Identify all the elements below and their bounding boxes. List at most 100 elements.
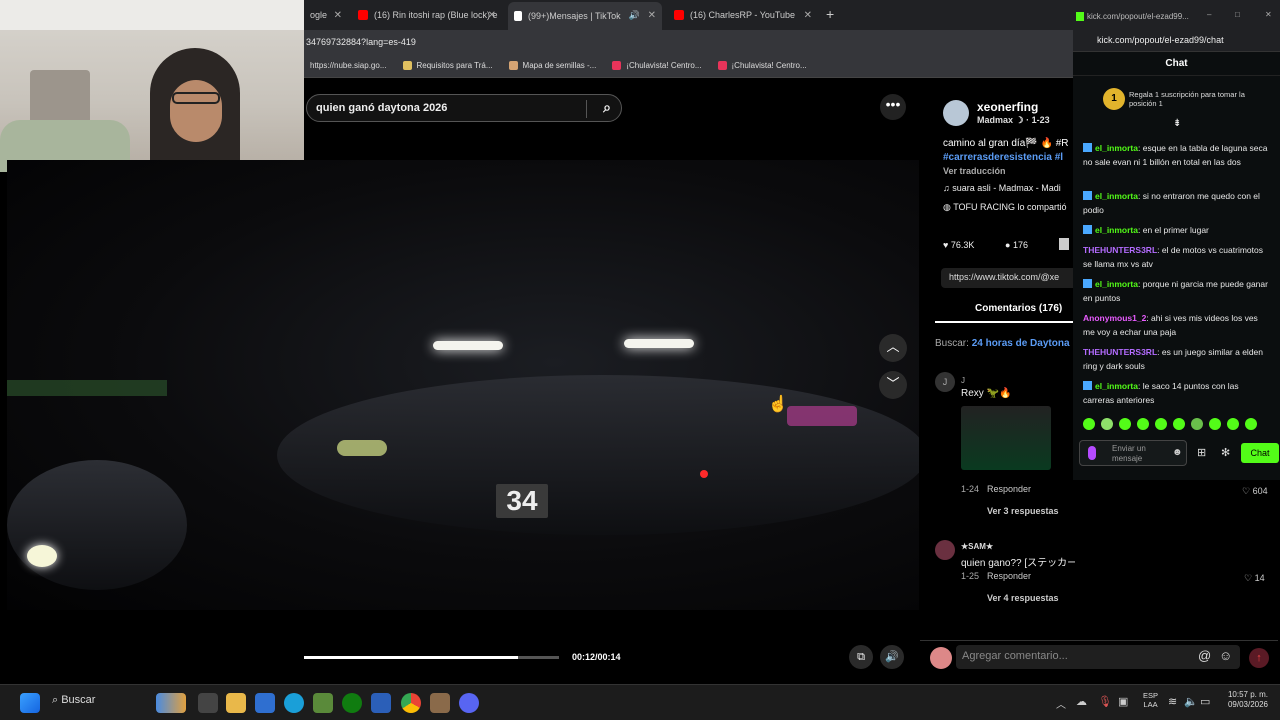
emote-icon[interactable] [1227,418,1239,430]
chat-username[interactable]: el_inmorta [1095,225,1138,235]
chat-username[interactable]: THEHUNTERS3RL [1083,245,1157,255]
reply-button[interactable]: Responder [987,484,1031,494]
chat-username[interactable]: Anonymous1_2 [1083,313,1146,323]
chrome-icon[interactable] [401,693,421,713]
chat-username[interactable]: el_inmorta [1095,279,1138,289]
gift-sub-promo[interactable]: Regala 1 suscripción para tomar la posic… [1129,90,1249,108]
previous-video-button[interactable]: ︿ [879,334,907,362]
search-input[interactable]: quien ganó daytona 2026 ⌕ [306,94,622,122]
emote-icon[interactable] [1119,418,1131,430]
xbox-icon[interactable] [342,693,362,713]
gift-sub-icon[interactable]: 1 [1103,88,1125,110]
bookmark-icon[interactable] [1059,238,1069,250]
video-player[interactable] [7,160,919,610]
minimize-icon[interactable]: – [1207,10,1211,19]
emote-icon[interactable] [1173,418,1185,430]
pip-button[interactable]: ⧉ [849,645,873,669]
close-tab-icon[interactable]: ✕ [648,10,656,21]
reply-button[interactable]: Responder [987,571,1031,581]
file-explorer-icon[interactable] [226,693,246,713]
chat-send-button[interactable]: Chat [1241,443,1279,463]
comment-sticker-image[interactable] [961,406,1051,470]
close-tab-icon[interactable]: ✕ [334,10,342,21]
post-hashtags[interactable]: #carrerasderesistencia #l [943,152,1063,163]
emote-icon[interactable] [1101,418,1113,430]
minecraft-icon[interactable] [313,693,333,713]
emote-icon[interactable] [1209,418,1221,430]
kick-url-bar[interactable]: kick.com/popout/el-ezad99/chat [1073,30,1280,52]
emote-icon[interactable] [1245,418,1257,430]
bookmark-item[interactable]: ¡Chulavista! Centro... [717,61,807,70]
wifi-icon[interactable]: ≋ [1168,695,1177,708]
send-message-input[interactable]: Enviar un mensaje ☻ [1079,440,1187,466]
close-tab-icon[interactable]: ✕ [804,10,812,21]
browser-tab-active[interactable]: (99+)Mensajes | TikTok 🔊 ✕ [508,2,662,30]
bookmark-item[interactable]: Mapa de semillas -... [508,61,596,70]
emote-icon[interactable] [1191,418,1203,430]
battery-icon[interactable]: ▭ [1200,695,1210,708]
view-replies-button[interactable]: Ver 4 respuestas [987,593,1059,603]
comment-like-button[interactable]: ♡ 604 [1242,486,1268,497]
emote-icon[interactable] [1155,418,1167,430]
music-link[interactable]: ♫ suara asli - Madmax - Madi [943,183,1061,193]
taskbar-clock[interactable]: 10:57 p. m. 09/03/2026 [1224,690,1268,710]
bookmark-item[interactable]: Requisitos para Trá... [402,61,493,70]
windows-start-icon[interactable] [20,693,40,713]
search-highlight-icon[interactable] [156,693,186,713]
emoji-icon[interactable]: ☻ [1172,447,1183,458]
store-icon[interactable] [255,693,275,713]
like-button[interactable]: ♥ 76.3K [943,240,974,250]
maximize-icon[interactable]: □ [1235,10,1240,19]
gift-icon[interactable]: ⊞ [1197,446,1206,459]
emote-icon[interactable] [1083,418,1095,430]
address-bar[interactable]: 34769732884?lang=es-419 [304,30,1080,54]
taskbar-search[interactable]: ⌕ Buscar [52,694,95,707]
commenter-avatar[interactable]: J [935,372,955,392]
comments-tab[interactable]: Comentarios (176) [975,303,1062,314]
commenter-avatar[interactable] [935,540,955,560]
speaker-icon[interactable]: 🔈 [1184,695,1198,708]
gear-icon[interactable]: ✻ [1221,446,1230,459]
language-indicator[interactable]: ESP LAA [1143,691,1158,709]
discord-icon[interactable] [459,693,479,713]
collapse-icon[interactable]: ⇟ [1173,118,1181,129]
cloud-icon[interactable]: ☁ [1076,695,1087,708]
comment-like-button[interactable]: ♡ 14 [1244,573,1265,584]
task-view-icon[interactable] [198,693,218,713]
app-icon[interactable] [430,693,450,713]
chat-username[interactable]: el_inmorta [1095,381,1138,391]
emoji-icon[interactable]: ☺ [1219,648,1232,663]
bookmark-item[interactable]: ¡Chulavista! Centro... [612,61,702,70]
mic-icon[interactable] [1088,446,1096,460]
browser-tab[interactable]: (16) Rin itoshi rap (Blue lock) e ✕ [352,4,502,26]
commenter-name[interactable]: J [961,376,965,385]
author-avatar[interactable] [943,100,969,126]
translate-link[interactable]: Ver traducción [943,166,1006,176]
close-window-icon[interactable]: ✕ [1265,10,1272,19]
emote-icon[interactable] [1137,418,1149,430]
chat-username[interactable]: el_inmorta [1095,143,1138,153]
close-tab-icon[interactable]: ✕ [488,10,496,21]
author-username[interactable]: xeonerfing [977,100,1038,114]
edge-icon[interactable] [284,693,304,713]
video-progress-bar[interactable] [304,656,559,659]
comment-button[interactable]: ● 176 [1005,240,1028,250]
volume-button[interactable]: 🔊 [880,645,904,669]
browser-tab[interactable]: (16) CharlesRP - YouTube ✕ [668,4,818,26]
search-icon[interactable]: ⌕ [603,99,611,116]
new-tab-button[interactable]: + [826,6,834,22]
chat-username[interactable]: el_inmorta [1095,191,1138,201]
display-icon[interactable]: ▣ [1118,695,1128,708]
bookmark-item[interactable]: https://nube.siap.go... [310,61,387,70]
copy-link-field[interactable]: https://www.tiktok.com/@xe [941,268,1075,288]
chat-username[interactable]: THEHUNTERS3RL [1083,347,1157,357]
browser-tab[interactable]: ogle ✕ [304,4,348,26]
mic-icon[interactable]: 🎙 [1098,695,1112,708]
view-replies-button[interactable]: Ver 3 respuestas [987,506,1059,516]
chevron-up-icon[interactable]: ︿ [1056,696,1066,711]
more-options-button[interactable]: ••• [880,94,906,120]
next-video-button[interactable]: ﹀ [879,371,907,399]
commenter-name[interactable]: ★SAM★ [961,542,993,551]
speaker-icon[interactable]: 🔊 [629,10,640,21]
mention-icon[interactable]: @ [1198,648,1211,663]
